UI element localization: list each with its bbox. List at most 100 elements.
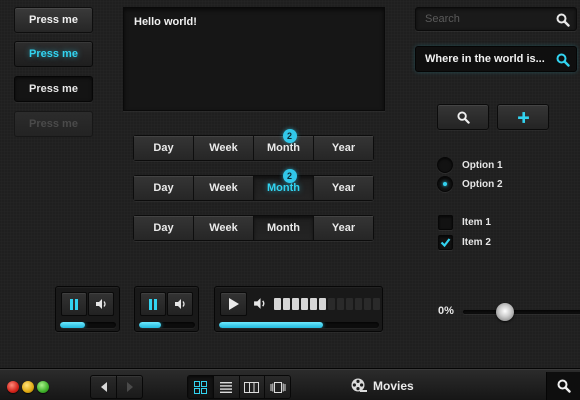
radio-label: Option 1 [462,159,503,171]
audio-player-large [214,286,383,332]
checkbox-label: Item 1 [462,217,491,228]
radio-button-checked[interactable] [437,176,453,192]
view-list-button[interactable] [213,376,240,398]
progress-bar[interactable] [219,322,379,328]
radio-option-2[interactable]: Option 2 [437,176,503,192]
progress-fill [219,322,323,328]
pause-button[interactable] [61,292,87,316]
segment-label: Year [331,182,356,194]
search-input[interactable]: Search [415,7,577,31]
progress-bar[interactable] [139,322,195,328]
segment-label: Month [267,222,300,234]
progress-fill [60,322,86,328]
audio-player-small-2 [134,286,199,332]
segment-day[interactable]: Day [134,136,194,160]
view-coverflow-button[interactable] [265,376,290,398]
audio-player-small [55,286,120,332]
pause-icon [149,298,157,310]
close-window-icon[interactable] [7,381,19,393]
radio-button[interactable] [437,157,453,173]
pause-icon [70,298,78,310]
press-me-button-pressed[interactable]: Press me [14,76,93,102]
notification-badge: 2 [282,129,297,143]
press-me-button-active[interactable]: Press me [14,41,93,67]
toolbar-title-text: Movies [373,378,414,393]
volume-bar [301,298,308,310]
view-grid-button[interactable] [188,376,214,398]
forward-button[interactable] [116,375,143,399]
volume-icon [254,298,265,309]
pause-button[interactable] [140,292,166,316]
button-label: Press me [29,83,78,95]
segment-label: Week [209,182,238,194]
press-me-button[interactable]: Press me [14,7,93,33]
volume-bar [274,298,281,310]
view-mode-group [187,375,291,399]
volume-bar [346,298,353,310]
checkbox-item-1[interactable]: Item 1 [438,215,491,230]
notification-badge: 2 [282,169,297,183]
search-input-active[interactable]: Where in the world is... [415,46,577,72]
radio-dot-icon [443,182,447,186]
text-area[interactable]: Hello world! [123,7,385,111]
progress-fill [139,322,162,328]
segmented-control-2: Day Week Month 2 Year [133,169,374,201]
segment-label: Day [153,182,174,194]
forward-arrow-icon [126,382,133,392]
segment-label: Day [153,222,174,234]
search-icon[interactable] [556,53,570,67]
volume-bar [283,298,290,310]
checkbox-checked[interactable] [438,235,453,250]
segment-week[interactable]: Week [194,216,254,240]
segment-year[interactable]: Year [314,216,373,240]
button-label: Press me [29,14,78,26]
segmented-control-1: Day Week Month 2 Year [133,129,374,161]
play-button[interactable] [220,292,247,316]
segment-label: Year [331,222,356,234]
segment-day[interactable]: Day [134,176,194,200]
segment-label: Year [331,142,356,154]
zoom-window-icon[interactable] [37,381,49,393]
volume-bar [337,298,344,310]
segment-week[interactable]: Week [194,176,254,200]
search-placeholder: Search [425,13,460,25]
volume-icon [174,299,185,309]
volume-bar [328,298,335,310]
view-columns-button[interactable] [239,376,266,398]
search-icon[interactable] [556,13,570,27]
press-me-button-disabled: Press me [14,111,93,137]
search-button[interactable] [437,104,489,130]
volume-button[interactable] [88,292,114,316]
segment-month[interactable]: Month 2 [254,129,314,160]
columns-icon [244,381,260,393]
play-icon [229,298,239,310]
add-button[interactable] [497,104,549,130]
slider-knob[interactable] [496,303,514,321]
segment-week[interactable]: Week [194,136,254,160]
back-button[interactable] [90,375,117,399]
search-value: Where in the world is... [425,53,545,65]
segment-year[interactable]: Year [314,176,373,200]
volume-bar [310,298,317,310]
segmented-control-3: Day Week Month Year [133,215,374,241]
volume-icon [95,299,106,309]
toolbar-search-button[interactable] [546,372,580,400]
list-icon [220,381,233,393]
volume-bar [355,298,362,310]
volume-bar [292,298,299,310]
plus-icon [517,111,529,123]
slider-track[interactable] [463,310,580,314]
volume-icon-wrap[interactable] [253,297,267,313]
checkbox[interactable] [438,215,453,230]
checkbox-item-2[interactable]: Item 2 [438,235,491,250]
segment-day[interactable]: Day [134,216,194,240]
volume-level-meter[interactable] [274,298,380,310]
segment-month[interactable]: Month 2 [254,169,314,200]
segment-year[interactable]: Year [314,136,373,160]
slider-label: 0% [438,305,454,317]
segment-month[interactable]: Month [254,216,314,240]
radio-option-1[interactable]: Option 1 [437,157,503,173]
minimize-window-icon[interactable] [22,381,34,393]
progress-bar[interactable] [60,322,116,328]
volume-button[interactable] [167,292,193,316]
